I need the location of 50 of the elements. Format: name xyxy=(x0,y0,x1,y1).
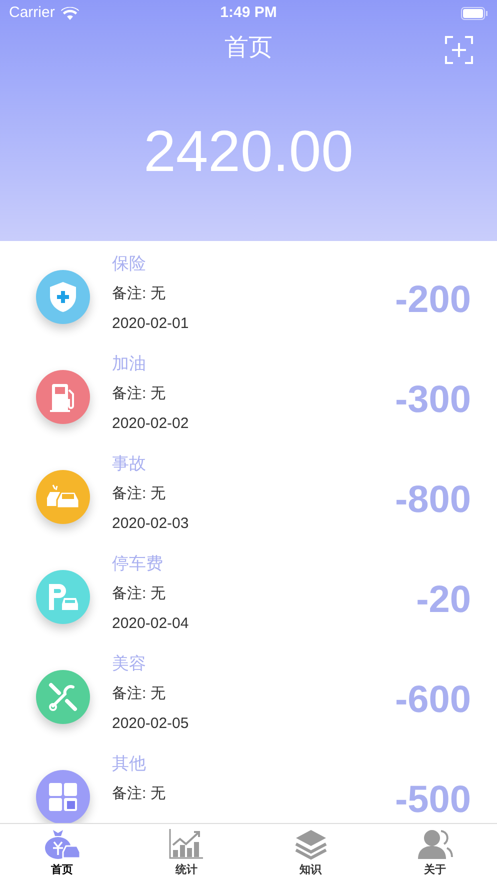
tab-item[interactable]: 关于 xyxy=(372,824,497,883)
money-bag-icon xyxy=(43,828,82,860)
record-date: 2020-02-05 xyxy=(112,714,190,734)
category-name: 美容 xyxy=(112,653,147,675)
add-button[interactable] xyxy=(445,36,473,64)
status-time: 1:49 PM xyxy=(220,2,277,23)
record-note: 备注: 无 xyxy=(112,384,166,404)
battery-icon xyxy=(460,6,488,20)
carrier-label: Carrier xyxy=(9,2,55,23)
record-date: 2020-02-03 xyxy=(112,514,190,534)
record-amount: -800 xyxy=(394,481,471,519)
record-note: 备注: 无 xyxy=(112,484,166,504)
record-note: 备注: 无 xyxy=(112,784,166,804)
record-amount: -300 xyxy=(394,381,471,419)
parking-icon xyxy=(46,582,80,612)
layers-icon xyxy=(294,828,328,860)
record-note: 备注: 无 xyxy=(112,284,166,304)
record-row[interactable]: 保险 备注: 无 2020-02-01 -200 xyxy=(0,253,497,353)
record-amount: -500 xyxy=(394,781,471,819)
record-row[interactable]: 美容 备注: 无 2020-02-05 -600 xyxy=(0,653,497,753)
category-name: 事故 xyxy=(112,453,147,475)
shield-icon xyxy=(49,281,77,313)
record-amount: -20 xyxy=(416,581,471,619)
tab-item[interactable]: 首页 xyxy=(0,824,124,883)
users-icon xyxy=(416,828,454,860)
balance-amount: 2420.00 xyxy=(144,122,354,180)
record-amount: -600 xyxy=(394,681,471,719)
tab-item[interactable]: 统计 xyxy=(124,824,248,883)
tools-icon xyxy=(47,681,79,713)
category-name: 保险 xyxy=(112,253,147,275)
record-row[interactable]: 加油 备注: 无 2020-02-02 -300 xyxy=(0,353,497,453)
record-date: 2020-02-04 xyxy=(112,614,190,634)
record-note: 备注: 无 xyxy=(112,684,166,704)
grid-icon xyxy=(48,782,78,812)
category-name: 加油 xyxy=(112,353,147,375)
wifi-icon xyxy=(60,6,79,20)
record-row[interactable]: 其他 备注: 无 -500 xyxy=(0,753,497,823)
bar-chart-icon xyxy=(168,828,204,860)
category-name: 停车费 xyxy=(112,553,164,575)
record-row[interactable]: 停车费 备注: 无 2020-02-04 -20 xyxy=(0,553,497,653)
record-date: 2020-02-01 xyxy=(112,314,190,334)
record-row[interactable]: 事故 备注: 无 2020-02-03 -800 xyxy=(0,453,497,553)
record-date: 2020-02-02 xyxy=(112,414,190,434)
record-amount: -200 xyxy=(394,281,471,319)
tab-item[interactable]: 知识 xyxy=(248,824,373,883)
cars-icon xyxy=(45,484,81,510)
category-name: 其他 xyxy=(112,753,147,775)
fuel-pump-icon xyxy=(49,382,77,412)
page-title: 首页 xyxy=(224,33,272,63)
record-note: 备注: 无 xyxy=(112,584,166,604)
